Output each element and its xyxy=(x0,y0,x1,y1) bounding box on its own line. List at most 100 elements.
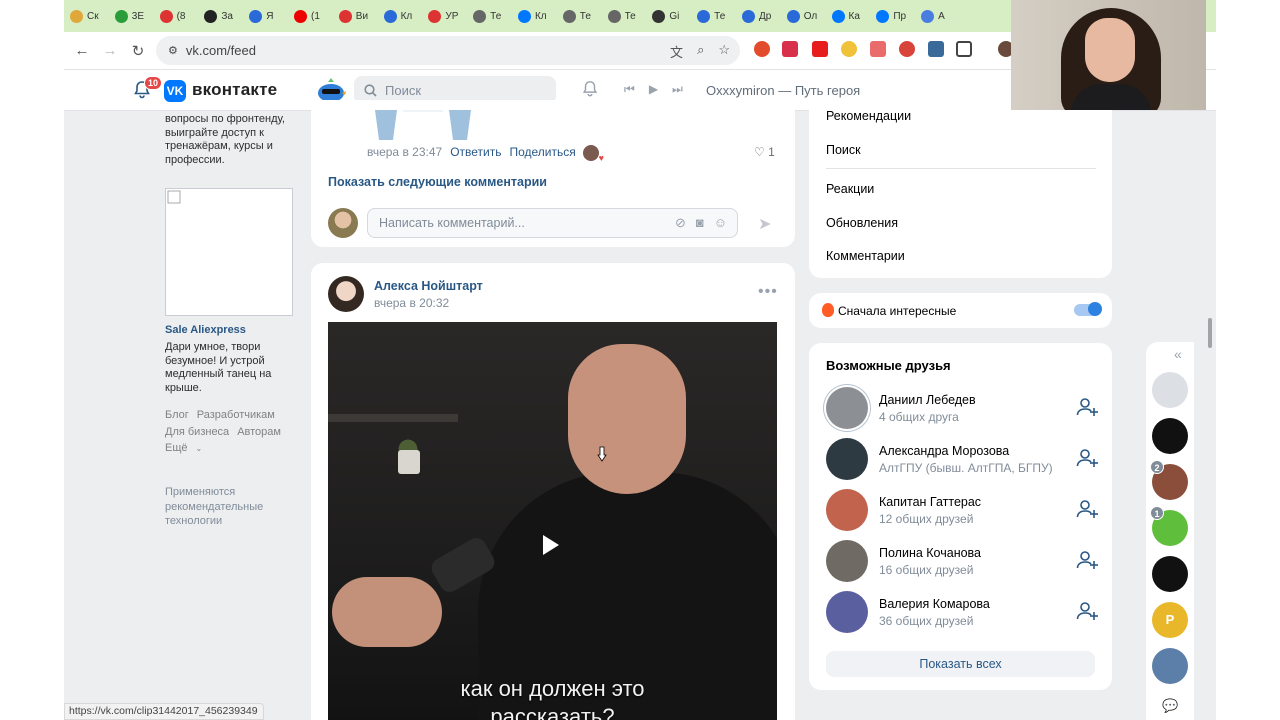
browser-tab[interactable]: Ка xyxy=(826,0,871,32)
browser-tab[interactable]: Те xyxy=(691,0,736,32)
friend-suggestion[interactable]: Капитан Гаттерас 12 общих друзей xyxy=(826,489,1102,534)
bookmark-star-icon[interactable]: ☆ xyxy=(718,42,730,61)
add-friend-icon[interactable] xyxy=(1076,397,1098,417)
play-icon[interactable]: ▶ xyxy=(649,82,658,97)
sort-toggle[interactable] xyxy=(1074,302,1102,316)
send-icon[interactable]: ➤ xyxy=(758,214,771,234)
browser-tab[interactable]: (8 xyxy=(154,0,199,32)
zoom-icon[interactable]: ⌕ xyxy=(697,42,704,61)
add-friend-icon[interactable] xyxy=(1076,499,1098,519)
chat-avatar[interactable] xyxy=(1152,648,1188,684)
extensions-puzzle-icon[interactable] xyxy=(956,41,972,57)
reload-icon[interactable]: ↻ xyxy=(124,42,152,60)
browser-tab[interactable]: 3Е xyxy=(109,0,154,32)
now-playing-track[interactable]: Oxxxymiron — Путь героя xyxy=(706,83,860,98)
browser-tab[interactable]: Gi xyxy=(646,0,691,32)
author-name[interactable]: Алекса Нойштарт xyxy=(374,279,483,293)
friend-name[interactable]: Полина Кочанова xyxy=(879,546,981,560)
play-icon[interactable] xyxy=(543,535,559,555)
friend-avatar[interactable] xyxy=(826,438,868,480)
browser-tab[interactable]: Те xyxy=(602,0,647,32)
extension-bot-icon[interactable] xyxy=(899,41,915,57)
menu-item-comments[interactable]: Комментарии xyxy=(826,249,905,263)
browser-tab[interactable]: (1 xyxy=(288,0,333,32)
current-user-avatar[interactable] xyxy=(328,208,358,238)
comment-time[interactable]: вчера в 23:47 xyxy=(367,145,442,159)
video-clip[interactable]: как он должен это рассказать? xyxy=(328,322,777,720)
previous-track-icon[interactable]: ⏮ xyxy=(624,82,635,97)
comment-image[interactable] xyxy=(375,110,471,140)
recommendation-tech-note[interactable]: Применяются рекомендательные технологии xyxy=(165,485,295,529)
add-friend-icon[interactable] xyxy=(1076,550,1098,570)
menu-item-search[interactable]: Поиск xyxy=(826,143,861,157)
ad-image-placeholder[interactable] xyxy=(165,188,293,316)
friend-avatar[interactable] xyxy=(826,540,868,582)
ad-title[interactable]: Sale Aliexpress xyxy=(165,324,246,336)
browser-tab[interactable]: Ол xyxy=(781,0,826,32)
camera-icon[interactable]: ◙ xyxy=(696,215,704,231)
extension-box-icon[interactable] xyxy=(928,41,944,57)
reply-link[interactable]: Ответить xyxy=(450,145,501,159)
add-friend-icon[interactable] xyxy=(1076,448,1098,468)
browser-tab[interactable]: Те xyxy=(557,0,602,32)
suggested-friends-title[interactable]: Возможные друзья xyxy=(826,358,951,373)
post-time[interactable]: вчера в 20:32 xyxy=(374,296,449,310)
extension-pepper-icon[interactable] xyxy=(754,41,770,57)
menu-item-recommendations[interactable]: Рекомендации xyxy=(826,109,911,123)
chat-avatar[interactable] xyxy=(1152,556,1188,592)
attach-icon[interactable]: ⊘ xyxy=(675,215,686,231)
footer-link-authors[interactable]: Авторам xyxy=(237,426,281,438)
browser-tab[interactable]: А xyxy=(915,0,960,32)
vk-logo-icon[interactable]: VK xyxy=(164,80,186,102)
friend-avatar[interactable] xyxy=(826,387,868,429)
browser-tab[interactable]: Я xyxy=(243,0,288,32)
more-options-icon[interactable]: ••• xyxy=(758,283,778,301)
collapse-chats-icon[interactable]: « xyxy=(1174,346,1182,362)
friend-suggestion[interactable]: Валерия Комарова 36 общих друзей xyxy=(826,591,1102,636)
chat-avatar[interactable] xyxy=(1152,418,1188,454)
extension-tools-icon[interactable] xyxy=(870,41,886,57)
browser-tab[interactable]: Кл xyxy=(512,0,557,32)
footer-link-more[interactable]: Ещё xyxy=(165,442,188,454)
ad-description[interactable]: Дари умное, твори безумное! И устрой мед… xyxy=(165,341,295,395)
friend-name[interactable]: Капитан Гаттерас xyxy=(879,495,981,509)
friend-name[interactable]: Валерия Комарова xyxy=(879,597,990,611)
comment-input[interactable]: Написать комментарий... ⊘ ◙ ☺ xyxy=(367,208,738,238)
translate-icon[interactable]: 文 xyxy=(670,42,683,61)
friend-avatar[interactable] xyxy=(826,489,868,531)
friend-suggestion[interactable]: Александра Морозова АлтГПУ (бывш. АлтГПА,… xyxy=(826,438,1102,483)
menu-item-reactions[interactable]: Реакции xyxy=(826,182,874,196)
chat-avatar[interactable]: P xyxy=(1152,602,1188,638)
extension-video-icon[interactable] xyxy=(782,41,798,57)
like-counter[interactable]: ♡ 1 xyxy=(754,145,775,159)
show-all-friends-button[interactable]: Показать всех xyxy=(826,651,1095,677)
back-icon[interactable]: ← xyxy=(68,42,96,59)
browser-tab[interactable]: Ск xyxy=(64,0,109,32)
footer-link-business[interactable]: Для бизнеса xyxy=(165,426,229,438)
address-bar[interactable]: ⚙ vk.com/feed 文 ⌕ ☆ xyxy=(156,36,740,65)
reaction-avatar[interactable]: ♥ xyxy=(583,145,604,163)
page-scrollbar[interactable] xyxy=(1208,318,1212,348)
show-more-comments[interactable]: Показать следующие комментарии xyxy=(328,175,547,189)
friend-avatar[interactable] xyxy=(826,591,868,633)
header-bell-icon[interactable] xyxy=(581,80,599,98)
chat-bubble-icon[interactable]: 💬 xyxy=(1162,698,1178,714)
footer-link-developers[interactable]: Разработчикам xyxy=(197,409,275,421)
browser-tab[interactable]: Ви xyxy=(333,0,378,32)
browser-tab[interactable]: Те xyxy=(467,0,512,32)
next-track-icon[interactable]: ⏭ xyxy=(672,82,683,97)
browser-tab[interactable]: Др xyxy=(736,0,781,32)
author-avatar[interactable] xyxy=(328,276,364,312)
footer-link-blog[interactable]: Блог xyxy=(165,409,189,421)
browser-tab[interactable]: Кл xyxy=(378,0,423,32)
friend-suggestion[interactable]: Даниил Лебедев 4 общих друга xyxy=(826,387,1102,432)
vk-brand[interactable]: вконтакте xyxy=(192,80,277,100)
browser-tab[interactable]: Пр xyxy=(870,0,915,32)
add-friend-icon[interactable] xyxy=(1076,601,1098,621)
friend-name[interactable]: Александра Морозова xyxy=(879,444,1009,458)
site-info-icon[interactable]: ⚙ xyxy=(168,44,178,57)
share-link[interactable]: Поделиться xyxy=(509,145,575,159)
browser-tab[interactable]: За xyxy=(198,0,243,32)
chevron-down-icon[interactable]: ⌄ xyxy=(196,444,203,453)
extension-coin-icon[interactable] xyxy=(841,41,857,57)
